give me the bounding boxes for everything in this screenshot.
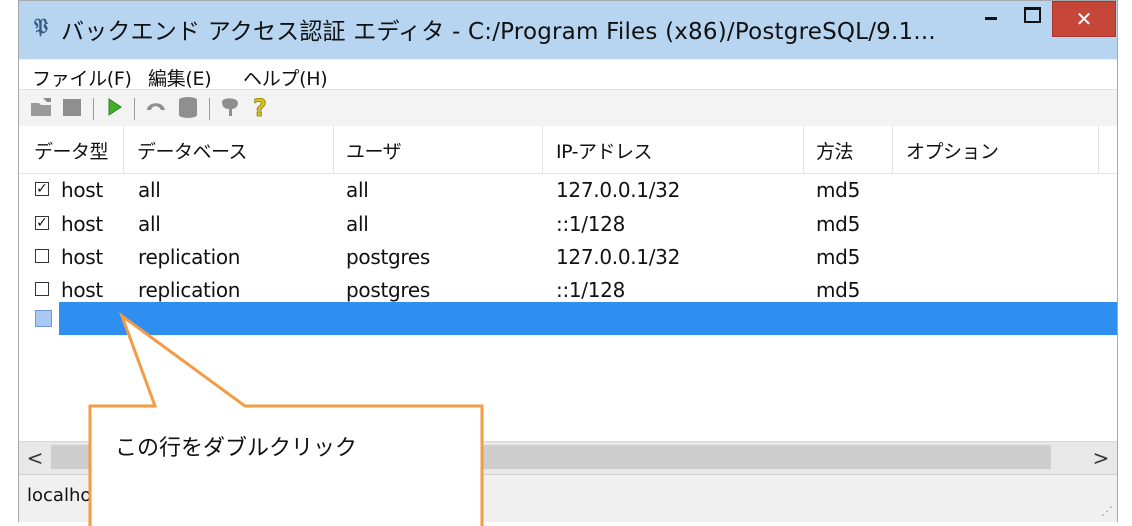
callout-box [88, 311, 484, 526]
callout-text: この行をダブルクリック [115, 436, 358, 461]
